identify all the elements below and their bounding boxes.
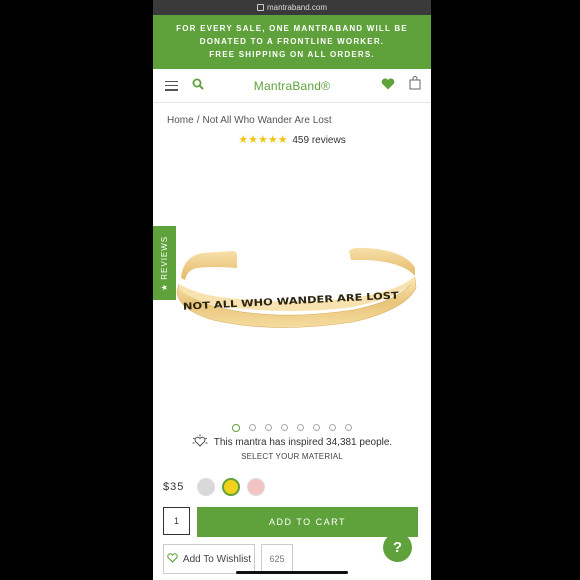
home-indicator[interactable] [236, 571, 348, 574]
wishlist-label: Add To Wishlist [182, 553, 252, 565]
promo-line-2: DONATED TO A FRONTLINE WORKER. [199, 37, 385, 46]
carousel-dots [153, 424, 431, 432]
phone-screen: mantraband.com FOR EVERY SALE, ONE MANTR… [153, 0, 431, 580]
carousel-dot[interactable] [313, 424, 320, 431]
cart-row: 1 ADD TO CART [163, 507, 418, 537]
material-prompt: SELECT YOUR MATERIAL [241, 452, 343, 461]
promo-banner: FOR EVERY SALE, ONE MANTRABAND WILL BE D… [153, 15, 431, 69]
wishlist-row: Add To Wishlist 625 [163, 544, 293, 574]
url-text: mantraband.com [266, 3, 328, 12]
help-button[interactable]: ? [383, 533, 412, 562]
carousel-dot[interactable] [329, 424, 336, 431]
breadcrumb-home[interactable]: Home [167, 115, 194, 126]
price: $35 [163, 481, 185, 493]
carousel-dot[interactable] [345, 424, 352, 431]
cart-bag-icon[interactable] [409, 76, 421, 95]
reviews-side-tab[interactable]: ★ REVIEWS [153, 226, 176, 300]
rating-stars: ★★★★★ [238, 134, 288, 146]
quantity-input[interactable]: 1 [163, 507, 190, 535]
product-image[interactable]: NOT ALL WHO WANDER ARE LOST [153, 150, 431, 420]
promo-line-3: FREE SHIPPING ON ALL ORDERS. [209, 50, 375, 59]
promo-line-1: FOR EVERY SALE, ONE MANTRABAND WILL BE [176, 24, 408, 33]
search-icon[interactable] [192, 77, 204, 95]
swatch-gold[interactable] [222, 478, 241, 496]
carousel-dot[interactable] [281, 424, 288, 431]
breadcrumb: Home / Not All Who Wander Are Lost [167, 115, 431, 126]
rating-summary[interactable]: ★★★★★ 459 reviews [153, 133, 431, 146]
menu-icon[interactable] [165, 80, 178, 91]
wishlist-count: 625 [261, 544, 293, 574]
carousel-dot[interactable] [297, 424, 304, 431]
review-count[interactable]: 459 reviews [292, 135, 345, 146]
price-material-row: $35 [163, 478, 266, 496]
inspire-message: This mantra has inspired 34,381 people. [153, 434, 431, 451]
carousel-dot[interactable] [265, 424, 272, 431]
breadcrumb-separator: / [196, 115, 200, 126]
wishlist-heart-icon[interactable] [381, 77, 395, 95]
swatch-silver[interactable] [197, 478, 216, 496]
heart-outline-icon [167, 552, 178, 566]
add-to-wishlist-button[interactable]: Add To Wishlist [163, 544, 255, 574]
heart-sparkle-icon [192, 434, 208, 451]
reviews-side-tab-label: ★ REVIEWS [160, 235, 170, 291]
carousel-dot[interactable] [249, 424, 256, 431]
inspire-text: This mantra has inspired 34,381 people. [213, 437, 393, 448]
browser-url-bar[interactable]: mantraband.com [153, 0, 431, 15]
carousel-dot[interactable] [232, 424, 240, 432]
breadcrumb-current: Not All Who Wander Are Lost [202, 115, 332, 126]
swatch-rose-gold[interactable] [247, 478, 266, 496]
add-to-cart-button[interactable]: ADD TO CART [197, 507, 418, 537]
site-header: MantraBand® [153, 69, 431, 103]
lock-icon [256, 4, 264, 11]
